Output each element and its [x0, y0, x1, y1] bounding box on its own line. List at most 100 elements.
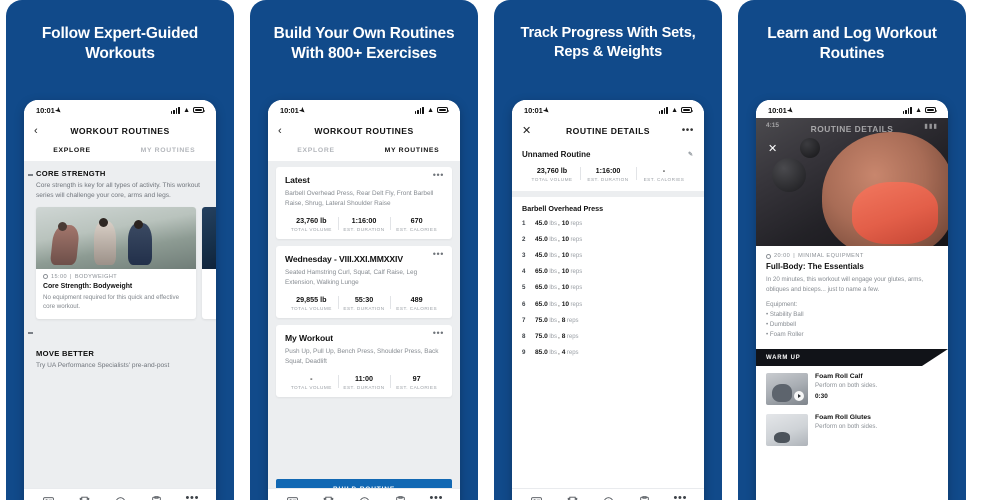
stopwatch-icon[interactable] [358, 495, 371, 500]
routine-stats: - TOTAL VOLUME 11:00 EST. DURATION 97 EST. … [285, 374, 443, 390]
clock-icon [43, 274, 48, 280]
routine-stats: 23,760 lb TOTAL VOLUME 1:16:00 EST. DURATI… [522, 159, 694, 191]
wifi-icon: ▲ [671, 106, 678, 114]
set-row[interactable]: 6 65.0 lbs, 10 reps [512, 296, 704, 312]
workout-meta: 15:00 | BODYWEIGHT [36, 269, 196, 280]
trophy-icon[interactable] [78, 495, 91, 500]
routine-card[interactable]: ••• Wednesday - VIII.XXI.MMXXIV Seated H… [276, 245, 452, 318]
clipboard-icon[interactable] [638, 495, 651, 500]
more-icon[interactable]: ••• [674, 493, 687, 500]
clock-icon [766, 253, 771, 259]
close-icon[interactable]: ✕ [768, 144, 777, 155]
chevron-left-icon[interactable]: ‹ [34, 125, 38, 137]
set-row[interactable]: 9 85.0 lbs, 4 reps [512, 345, 704, 361]
status-time: 10:01➤ [280, 105, 307, 116]
workout-card[interactable]: 15:00 | BODYWEIGHT Core Strength: Bodywe… [36, 206, 196, 320]
bottom-tab-bar-3: ••• [512, 488, 704, 500]
status-bar: 10:01➤ ▲ [756, 100, 948, 118]
routine-name: Wednesday - VIII.XXI.MMXXIV [285, 253, 403, 264]
workout-title: Full-Body: The Essentials [766, 262, 864, 271]
section-move-better: MOVE BETTER Try UA Performance Specialis… [24, 319, 216, 371]
status-bar: 10:01➤ ▲ [512, 100, 704, 118]
nav-title: WORKOUT ROUTINES [70, 126, 170, 136]
panel-1-headline: Follow Expert-Guided Workouts [41, 25, 199, 62]
workout-photo-next [202, 206, 216, 269]
phone-mockup-4: 10:01➤ ▲ 4:15 ▮▮▮ ROUTINE DETAILS ✕ 20:0… [756, 100, 948, 500]
equipment-item: • Stability Ball [766, 311, 804, 319]
app-screenshot-panel-3: Track Progress With Sets, Reps & Weights… [494, 0, 722, 500]
status-time: 10:01➤ [768, 105, 795, 116]
more-horizontal-icon[interactable]: ••• [433, 171, 444, 179]
routine-name: My Workout [285, 332, 334, 343]
trophy-icon[interactable] [322, 495, 335, 500]
set-row[interactable]: 2 45.0 lbs, 10 reps [512, 231, 704, 247]
routines-icon[interactable] [42, 495, 55, 500]
my-routines-list: ••• Latest Barbell Overhead Press, Rear … [268, 161, 460, 500]
tab-explore[interactable]: EXPLORE [24, 147, 120, 154]
set-row[interactable]: 4 65.0 lbs, 10 reps [512, 264, 704, 280]
equipment-heading: Equipment: [766, 301, 798, 309]
workout-photo [36, 206, 196, 269]
battery-icon [193, 107, 206, 113]
routine-card[interactable]: ••• Latest Barbell Overhead Press, Rear … [276, 167, 452, 239]
more-icon[interactable]: ••• [430, 493, 443, 500]
play-icon[interactable] [794, 390, 804, 401]
nav-title: WORKOUT ROUTINES [314, 126, 414, 136]
screenshot-gallery: Follow Expert-Guided Workouts 10:01➤ ▲ ‹… [0, 0, 984, 500]
clipboard-icon[interactable] [150, 495, 163, 500]
warmup-item[interactable]: Foam Roll Glutes Perform on both sides. [756, 404, 948, 446]
stat-est-calories: 97 EST. CALORIES [390, 374, 443, 390]
status-bar: 10:01➤ ▲ [268, 100, 460, 118]
more-horizontal-icon[interactable]: ••• [433, 329, 444, 337]
wifi-icon: ▲ [427, 106, 434, 114]
stopwatch-icon[interactable] [602, 495, 615, 500]
tab-explore[interactable]: EXPLORE [268, 147, 364, 154]
phone-mockup-1: 10:01➤ ▲ ‹ WORKOUT ROUTINES EXPLORE MY R… [24, 100, 216, 500]
close-icon[interactable]: ✕ [522, 125, 531, 137]
chevron-left-icon[interactable]: ‹ [278, 125, 282, 137]
equipment-item: • Dumbbell [766, 321, 797, 329]
segmented-tabs-2: EXPLORE MY ROUTINES [268, 144, 460, 161]
routine-stats: 23,760 lb TOTAL VOLUME 1:16:00 EST. DURATI… [285, 216, 443, 232]
stat-total-volume: 23,760 lb TOTAL VOLUME [290, 215, 332, 232]
battery-icon [437, 107, 450, 113]
more-horizontal-icon[interactable]: ••• [433, 250, 444, 258]
routine-card[interactable]: ••• My Workout Push Up, Pull Up, Bench P… [276, 324, 452, 397]
exercise-name: Foam Roll Glutes [815, 413, 871, 421]
set-row[interactable]: 8 75.0 lbs, 8 reps [512, 328, 704, 344]
routines-icon[interactable] [286, 495, 299, 500]
status-time: 10:01➤ [524, 105, 551, 116]
wifi-icon: ▲ [183, 106, 190, 114]
status-time: 10:01➤ [36, 105, 63, 116]
nav-bar-2: ‹ WORKOUT ROUTINES [268, 118, 460, 144]
tab-my-routines[interactable]: MY ROUTINES [120, 147, 216, 154]
routine-exercises: Push Up, Pull Up, Bench Press, Shoulder … [285, 347, 439, 365]
set-row[interactable]: 5 65.0 lbs, 10 reps [512, 280, 704, 296]
more-horizontal-icon[interactable]: ••• [682, 126, 694, 136]
trophy-icon[interactable] [566, 495, 579, 500]
tab-my-routines[interactable]: MY ROUTINES [364, 147, 460, 154]
dumbbell-secondary [800, 138, 820, 158]
clipboard-icon[interactable] [394, 495, 407, 500]
exercise-name: Foam Roll Calf [815, 372, 863, 380]
athlete-top [852, 182, 938, 244]
workout-card-next[interactable] [202, 206, 216, 320]
section-description: Try UA Performance Specialists' pre-and-… [36, 362, 170, 370]
explore-list: CORE STRENGTH Core strength is key for a… [24, 161, 216, 500]
warmup-item[interactable]: Foam Roll Calf Perform on both sides. 0:… [756, 365, 948, 405]
set-row[interactable]: 7 75.0 lbs, 8 reps [512, 312, 704, 328]
set-row[interactable]: 1 45.0 lbs, 10 reps [512, 215, 704, 231]
app-screenshot-panel-4: Learn and Log Workout Routines 10:01➤ ▲ … [738, 0, 966, 500]
battery-icon [681, 107, 694, 113]
stat-est-duration: 11:00 EST. DURATION [337, 374, 391, 390]
hero-image: 4:15 ▮▮▮ ROUTINE DETAILS ✕ [756, 118, 948, 246]
more-icon[interactable]: ••• [186, 493, 199, 500]
edit-icon[interactable]: ✎ [688, 151, 694, 158]
set-row[interactable]: 3 45.0 lbs, 10 reps [512, 247, 704, 263]
nav-bar-1: ‹ WORKOUT ROUTINES [24, 118, 216, 144]
panel-2-headline: Build Your Own Routines With 800+ Exerci… [273, 25, 455, 62]
workout-meta: 20:00 | MINIMAL EQUIPMENT [766, 253, 938, 259]
exercise-note: Perform on both sides. [815, 382, 878, 390]
routines-icon[interactable] [530, 495, 543, 500]
stopwatch-icon[interactable] [114, 495, 127, 500]
